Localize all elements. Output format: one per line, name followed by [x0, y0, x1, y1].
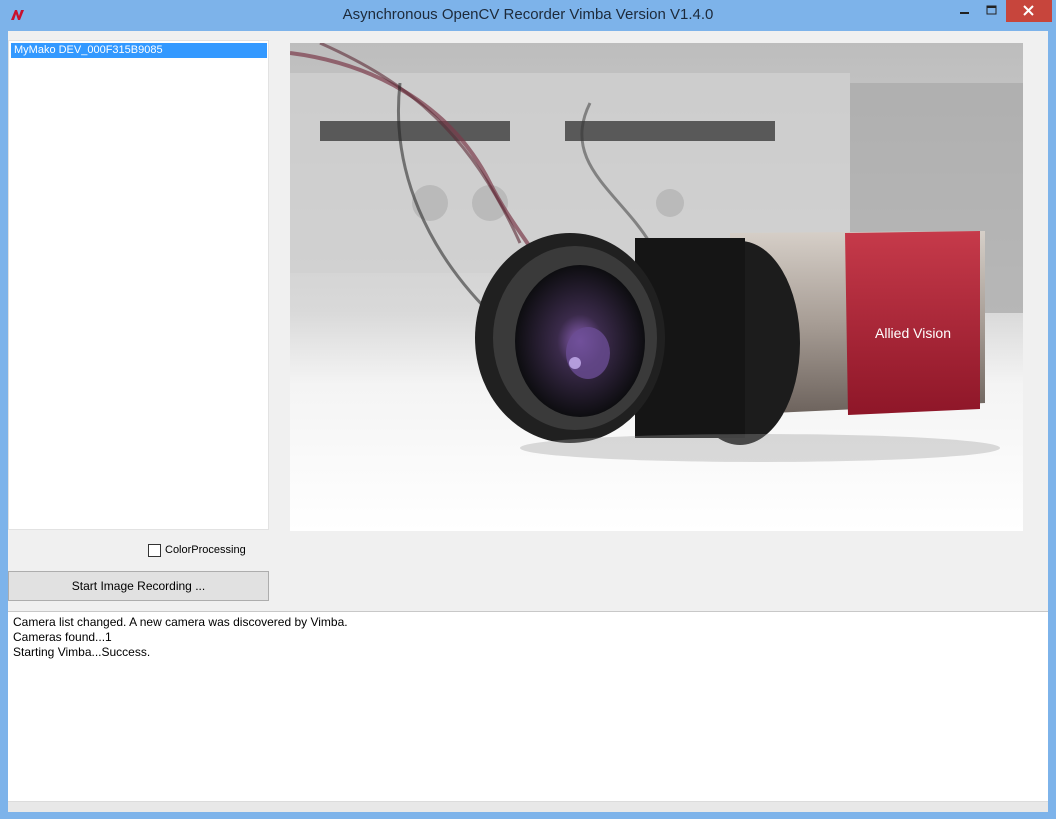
camera-preview-image: Allied Vision	[290, 43, 1023, 531]
close-button[interactable]	[1006, 0, 1052, 22]
app-window: Asynchronous OpenCV Recorder Vimba Versi…	[0, 0, 1056, 819]
horizontal-scrollbar[interactable]	[8, 801, 1048, 812]
maximize-button[interactable]	[978, 0, 1006, 22]
maximize-icon	[986, 5, 997, 15]
log-line: Starting Vimba...Success.	[13, 645, 151, 659]
minimize-icon	[960, 12, 969, 14]
log-line: Cameras found...1	[13, 630, 112, 644]
camera-list[interactable]: MyMako DEV_000F315B9085	[8, 40, 269, 530]
color-processing-label: ColorProcessing	[165, 544, 246, 556]
camera-list-item[interactable]: MyMako DEV_000F315B9085	[11, 43, 267, 58]
client-area: MyMako DEV_000F315B9085 Allied Vision Co…	[8, 31, 1048, 812]
title-bar[interactable]: Asynchronous OpenCV Recorder Vimba Versi…	[0, 0, 1056, 30]
log-output[interactable]: Camera list changed. A new camera was di…	[8, 611, 1048, 801]
close-icon	[1023, 5, 1034, 16]
minimize-button[interactable]	[950, 0, 980, 22]
preview-brand-text: Allied Vision	[875, 325, 951, 341]
log-line: Camera list changed. A new camera was di…	[13, 615, 348, 629]
window-title: Asynchronous OpenCV Recorder Vimba Versi…	[342, 6, 714, 23]
color-processing-checkbox[interactable]	[148, 544, 161, 557]
start-recording-button[interactable]: Start Image Recording ...	[8, 571, 269, 601]
